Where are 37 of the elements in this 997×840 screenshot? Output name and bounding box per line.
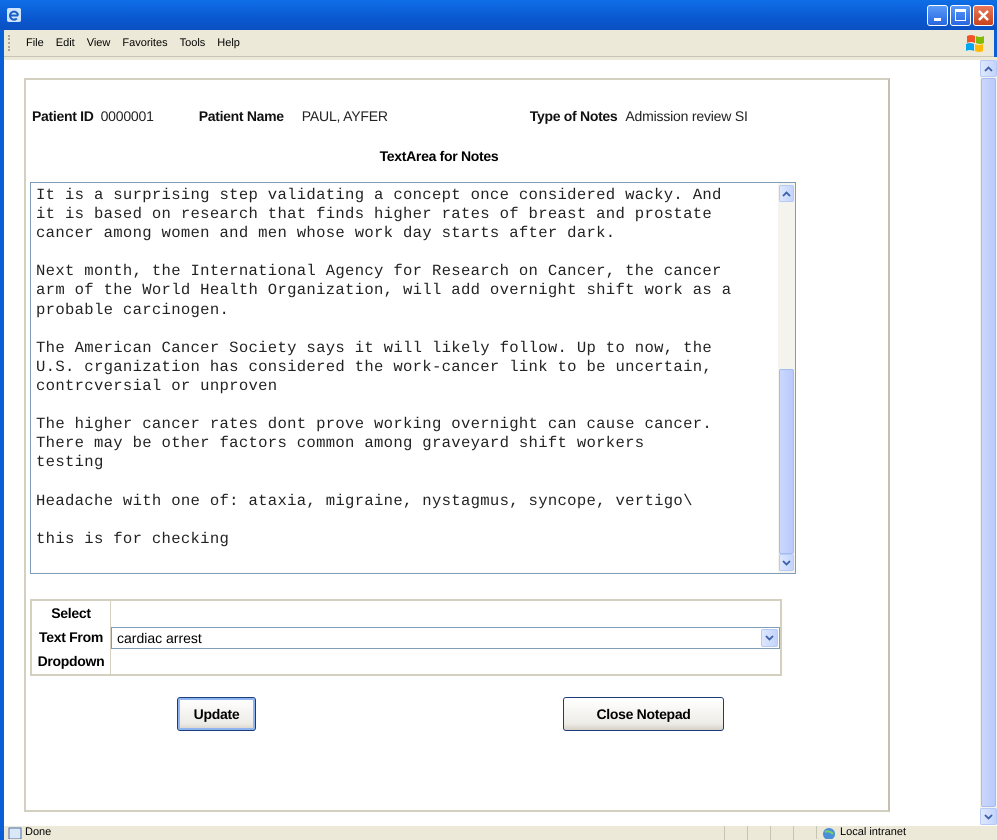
field-label: Patient ID <box>32 108 94 124</box>
security-zone: Local intranet <box>840 826 906 839</box>
menu-item[interactable]: Help <box>211 37 246 49</box>
field-label: Type of Notes <box>530 108 618 124</box>
menu-item[interactable]: Edit <box>50 37 81 49</box>
browser-icon <box>6 7 22 23</box>
scroll-thumb[interactable] <box>981 78 996 807</box>
field-value: 0000001 <box>100 108 154 124</box>
notes-textarea[interactable]: It is a surprising step validating a concept once considered wacky. And it is based on research that finds higher rates of breast and prostate cancer among women and men whose work day starts after dark. Next month, the International Agency for Research on Cancer, the cancer arm of the World Health Organization, will add overnight shift work as a probable carcinogen. The American Cancer Society says it will likely follow. Up to now, the U.S. crganization has considered the work-cancer link to be uncertain, contrcversial or unproven The higher cancer rates dont prove working overnight can cause cancer. There may be other factors common among graveyard shift workers testing Headache with one of: ataxia, migraine, nystagmus, syncope, vertigo\ this is for checking <box>30 182 796 574</box>
page-icon <box>8 827 22 839</box>
page-scrollbar[interactable] <box>980 60 997 825</box>
field-label: Patient Name <box>198 108 284 124</box>
field-value: PAUL, AYFER <box>302 108 388 124</box>
notes-heading: TextArea for Notes <box>378 148 500 164</box>
close-icon[interactable] <box>977 8 990 22</box>
text-dropdown[interactable]: cardiac arrest <box>111 626 780 648</box>
close-notepad-button[interactable]: Close Notepad <box>563 697 724 731</box>
maximize-button[interactable] <box>950 4 971 26</box>
menu-item[interactable]: View <box>80 37 116 49</box>
dropdown-label: Select Text From Dropdown <box>32 601 111 674</box>
menu-item[interactable]: Tools <box>174 37 212 49</box>
grip-handle[interactable] <box>8 35 12 51</box>
menu-item[interactable]: File <box>20 37 50 49</box>
scroll-down-icon[interactable] <box>779 554 794 571</box>
globe-icon <box>821 827 837 839</box>
menu-item[interactable]: Favorites <box>116 37 174 49</box>
scroll-up-icon[interactable] <box>980 60 997 77</box>
scroll-down-icon[interactable] <box>980 808 997 825</box>
field-value: Admission review SI <box>625 108 748 124</box>
minimize-button[interactable] <box>927 4 948 26</box>
update-button[interactable]: Update <box>177 697 256 731</box>
scroll-up-icon[interactable] <box>779 185 794 202</box>
scrollbar[interactable] <box>778 183 795 573</box>
close-button[interactable] <box>973 4 994 26</box>
scroll-thumb[interactable] <box>779 369 794 554</box>
status-text: Done <box>25 826 52 839</box>
flag-logo-icon <box>964 33 986 53</box>
